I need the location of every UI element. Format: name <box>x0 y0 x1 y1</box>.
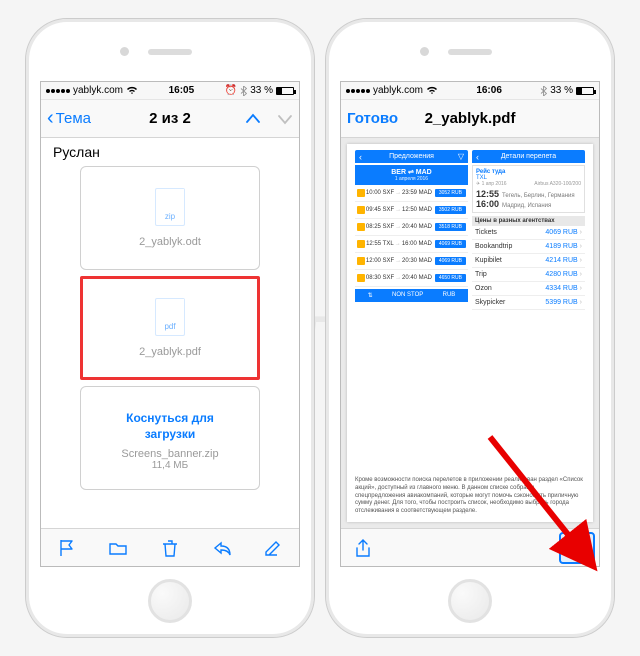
battery-icon <box>276 87 294 95</box>
preview-toolbar <box>341 528 599 566</box>
bluetooth-icon <box>540 86 547 96</box>
sender-name: Руслан <box>53 144 291 160</box>
reply-icon[interactable] <box>212 538 232 558</box>
tap-to-download-label: Коснуться для загрузки <box>126 411 214 442</box>
route-header: BER ⇌ MAD 1 апреля 2016 <box>355 165 468 185</box>
pdf-footer-paragraph: Кроме возможности поиска перелетов в при… <box>355 477 585 516</box>
clock-label: 16:06 <box>476 85 502 96</box>
carrier-label: yablyk.com <box>373 85 423 96</box>
prev-message-button[interactable] <box>245 112 261 126</box>
share-icon[interactable] <box>353 538 373 558</box>
agency-row: Skypicker5399 RUB › <box>472 296 585 310</box>
clock-label: 16:05 <box>169 85 195 96</box>
agency-row: Ozon4334 RUB › <box>472 282 585 296</box>
agency-header: Цены в разных агентствах <box>472 216 585 226</box>
flight-row: 12:00 SXF→20:30 MAD4069 RUB <box>355 253 468 270</box>
attachment-name: Screens_banner.zip <box>121 448 218 460</box>
attachment-pdf[interactable]: pdf 2_yablyk.pdf <box>80 276 260 380</box>
flight-row: 08:30 SXF→20:40 MAD4650 RUB <box>355 270 468 287</box>
message-body[interactable]: Руслан zip 2_yablyk.odt pdf 2_yablyk.pdf… <box>41 138 299 528</box>
flag-icon[interactable] <box>57 538 77 558</box>
attachment-download[interactable]: Коснуться для загрузки Screens_banner.zi… <box>80 386 260 490</box>
camera-dot <box>420 47 429 56</box>
status-bar: yablyk.com 16:05 ⏰ 33 % <box>41 82 299 100</box>
camera-dot <box>120 47 129 56</box>
flight-row: 10:00 SXF→23:59 MAD3052 RUB <box>355 185 468 202</box>
alarm-icon: ⏰ <box>225 85 237 96</box>
doc-title: 2_yablyk.pdf <box>341 110 599 127</box>
compose-icon[interactable] <box>263 538 283 558</box>
chevron-left-icon: ‹ <box>476 152 479 162</box>
attachment-name: 2_yablyk.odt <box>139 236 201 248</box>
filter-bar: ⇅ NON STOP RUB <box>355 289 468 302</box>
pdf-page: ‹ Предложения ▽ ‹ Детали перелета BER ⇌ … <box>347 144 593 522</box>
bluetooth-icon <box>240 86 247 96</box>
attachment-size: 11,4 МБ <box>152 460 188 471</box>
wifi-icon <box>126 86 138 95</box>
speaker-slot <box>148 49 192 55</box>
agency-row: Trip4280 RUB › <box>472 268 585 282</box>
flights-column: BER ⇌ MAD 1 апреля 2016 10:00 SXF→23:59 … <box>355 165 468 471</box>
file-icon: zip <box>155 188 185 226</box>
flight-row: 09:45 SXF→12:50 MAD3502 RUB <box>355 202 468 219</box>
wifi-icon <box>426 86 438 95</box>
phone-right: yablyk.com 16:06 33 % Готово 2_yablyk.pd… <box>325 18 615 638</box>
agency-row: Bookandtrip4189 RUB › <box>472 240 585 254</box>
chevron-left-icon: ‹ <box>359 152 362 162</box>
flight-row: 08:25 SXF→20:40 MAD3518 RUB <box>355 219 468 236</box>
next-message-button <box>277 112 293 126</box>
carrier-label: yablyk.com <box>73 85 123 96</box>
status-bar: yablyk.com 16:06 33 % <box>341 82 599 100</box>
battery-pct-label: 33 % <box>250 85 273 96</box>
home-button[interactable] <box>148 579 192 623</box>
home-button[interactable] <box>448 579 492 623</box>
flight-row: 12:55 TXL→16:00 MAD4069 RUB <box>355 236 468 253</box>
speaker-slot <box>448 49 492 55</box>
briefcase-icon[interactable] <box>567 538 587 558</box>
agency-row: Kupibilet4214 RUB › <box>472 254 585 268</box>
details-column: Рейс туда TXL ✈ 1 апр 2016 Airbus A320-1… <box>472 165 585 471</box>
nav-bar: ‹ Тема 2 из 2 <box>41 100 299 138</box>
attachment-name: 2_yablyk.pdf <box>139 346 201 358</box>
mail-toolbar <box>41 528 299 566</box>
nav-bar: Готово 2_yablyk.pdf <box>341 100 599 138</box>
pdf-tab-details: ‹ Детали перелета <box>472 150 585 163</box>
pdf-viewer[interactable]: ‹ Предложения ▽ ‹ Детали перелета BER ⇌ … <box>341 138 599 528</box>
attachment-zip[interactable]: zip 2_yablyk.odt <box>80 166 260 270</box>
trash-icon[interactable] <box>160 538 180 558</box>
folder-icon[interactable] <box>108 538 128 558</box>
battery-icon <box>576 87 594 95</box>
flight-detail: Рейс туда TXL ✈ 1 апр 2016 Airbus A320-1… <box>472 165 585 213</box>
signal-icon <box>346 89 370 93</box>
screen-right: yablyk.com 16:06 33 % Готово 2_yablyk.pd… <box>340 81 600 567</box>
filter-icon: ⇅ <box>368 292 373 299</box>
file-icon: pdf <box>155 298 185 336</box>
signal-icon <box>46 89 70 93</box>
funnel-icon: ▽ <box>458 152 464 161</box>
screen-left: yablyk.com 16:05 ⏰ 33 % ‹ Тема 2 из 2 <box>40 81 300 567</box>
battery-pct-label: 33 % <box>550 85 573 96</box>
pdf-tab-offers: ‹ Предложения ▽ <box>355 150 468 163</box>
agency-row: Tickets4069 RUB › <box>472 226 585 240</box>
phone-left: yablyk.com 16:05 ⏰ 33 % ‹ Тема 2 из 2 <box>25 18 315 638</box>
